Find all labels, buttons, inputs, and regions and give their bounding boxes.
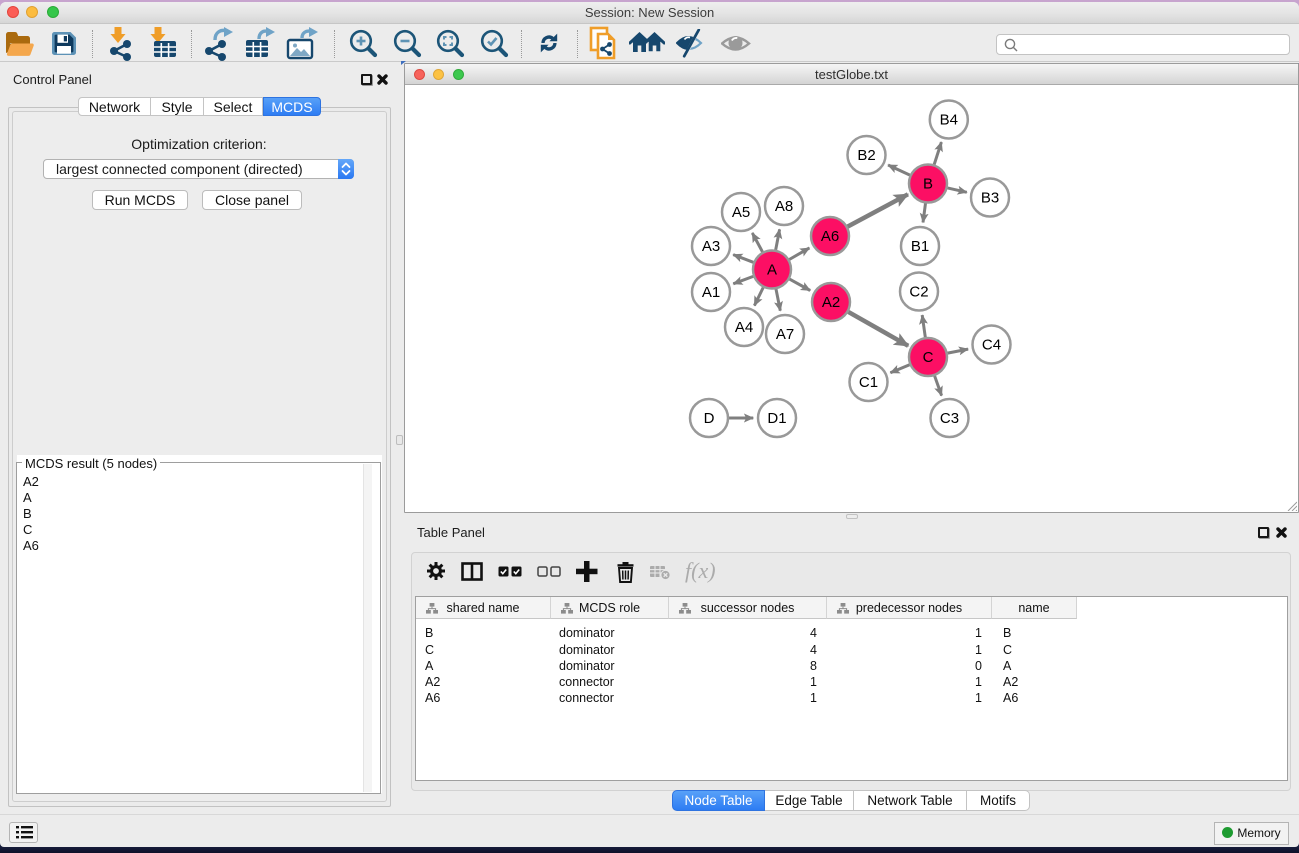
svg-text:C2: C2 [909, 284, 928, 301]
svg-text:A4: A4 [735, 319, 753, 336]
svg-text:B4: B4 [940, 112, 958, 129]
svg-text:A6: A6 [821, 228, 839, 245]
svg-text:A7: A7 [776, 326, 794, 343]
svg-text:A1: A1 [702, 284, 720, 301]
svg-text:C: C [923, 349, 934, 366]
svg-text:A5: A5 [732, 204, 750, 221]
svg-text:A: A [767, 262, 777, 279]
svg-text:A8: A8 [775, 198, 793, 215]
svg-text:D1: D1 [767, 410, 786, 427]
svg-text:B3: B3 [981, 190, 999, 207]
svg-text:B: B [923, 176, 933, 193]
svg-text:B1: B1 [911, 238, 929, 255]
svg-text:D: D [704, 410, 715, 427]
svg-text:A3: A3 [702, 238, 720, 255]
svg-text:C1: C1 [859, 374, 878, 391]
svg-text:C3: C3 [940, 410, 959, 427]
svg-text:B2: B2 [857, 147, 875, 164]
svg-text:A2: A2 [822, 294, 840, 311]
svg-text:C4: C4 [982, 337, 1001, 354]
